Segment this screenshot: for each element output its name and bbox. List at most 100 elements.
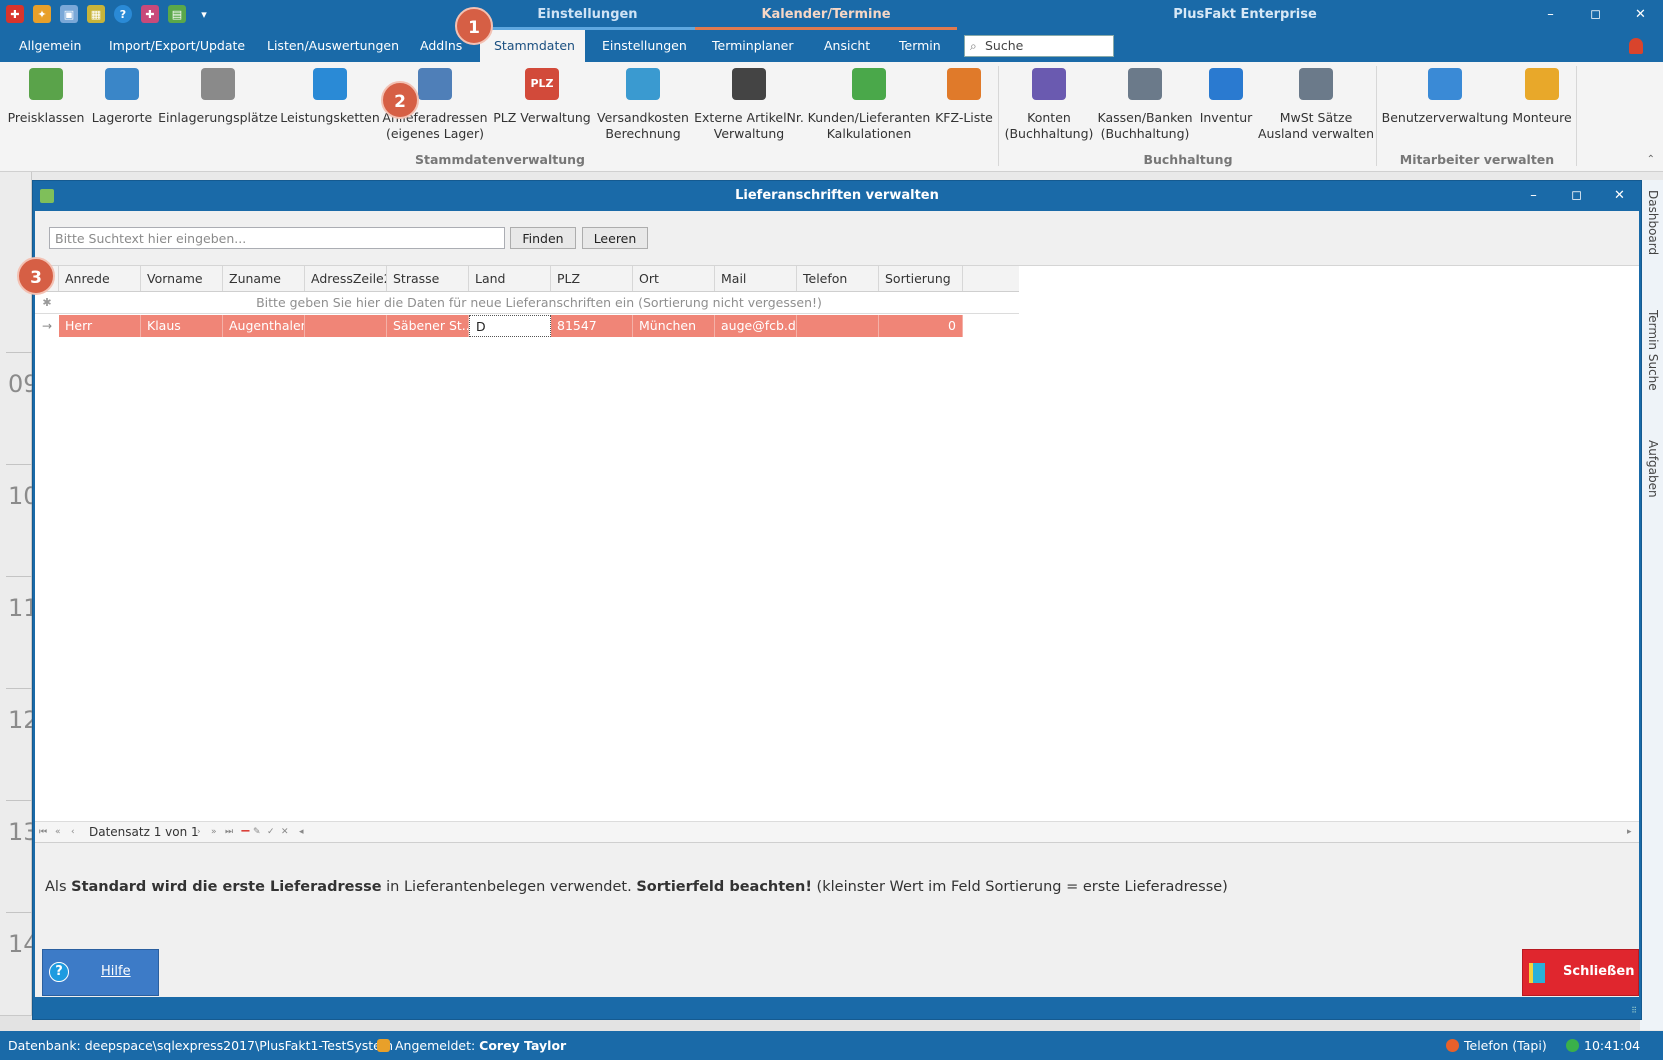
user-admin-icon: [1428, 68, 1462, 100]
find-button[interactable]: Finden: [510, 227, 576, 249]
plz-icon: PLZ: [525, 68, 559, 100]
column-header-land[interactable]: Land: [469, 266, 551, 291]
resize-grip-icon[interactable]: ⠿: [1631, 1006, 1637, 1015]
menu-terminplaner[interactable]: Terminplaner: [698, 30, 808, 62]
record-counter: Datensatz 1 von 1: [89, 825, 199, 839]
cell-zuname[interactable]: Augenthaler: [223, 315, 305, 337]
column-header-vorname[interactable]: Vorname: [141, 266, 223, 291]
context-tab-einstellungen[interactable]: Einstellungen: [480, 0, 695, 30]
bank-icon: [1032, 68, 1066, 100]
menu-import-export[interactable]: Import/Export/Update: [95, 30, 259, 62]
ribbon-button-label: MwSt Sätze: [1279, 110, 1353, 125]
info-bold-standard: Standard wird die erste Lieferadresse: [71, 879, 382, 895]
telephony-status[interactable]: Telefon (Tapi): [1446, 1031, 1547, 1060]
menu-stammdaten[interactable]: Stammdaten: [480, 30, 585, 62]
calendar-icon[interactable]: ▤: [168, 5, 186, 23]
image-icon[interactable]: ▣: [60, 5, 78, 23]
cell-ort[interactable]: München: [633, 315, 715, 337]
info-part: in Lieferantenbelegen verwendet.: [381, 879, 637, 895]
help-icon: ?: [49, 962, 69, 982]
medical-icon[interactable]: ✚: [141, 5, 159, 23]
column-header-ort[interactable]: Ort: [633, 266, 715, 291]
cell-mail[interactable]: auge@fcb.de: [715, 315, 797, 337]
nav-first-icon[interactable]: ⏮: [39, 822, 47, 842]
schliessen-button-label: Schließen: [1563, 964, 1635, 979]
column-header-adresszeile2[interactable]: AdressZeile2: [305, 266, 387, 291]
ribbon-button[interactable]: Monteure: [1472, 68, 1612, 126]
menu-termin[interactable]: Termin: [885, 30, 955, 62]
dialog-minimize-button[interactable]: –: [1512, 181, 1555, 211]
exit-door-icon: [1529, 963, 1545, 983]
barcode-icon: [732, 68, 766, 100]
dialog-maximize-button[interactable]: ◻: [1555, 181, 1598, 211]
column-header-telefon[interactable]: Telefon: [797, 266, 879, 291]
context-tab-kalender[interactable]: Kalender/Termine: [695, 0, 957, 30]
nav-edit-icon[interactable]: ✎: [253, 822, 261, 842]
user-icon: [377, 1039, 390, 1052]
cell-plz[interactable]: 81547: [551, 315, 633, 337]
qat-dropdown-icon[interactable]: ▾: [195, 5, 213, 23]
side-tab-termin-suche[interactable]: Termin Suche: [1644, 310, 1660, 391]
nav-confirm-icon[interactable]: ✓: [267, 822, 275, 842]
nav-prev-page-icon[interactable]: «: [55, 822, 61, 842]
cell-sortierung[interactable]: 0: [879, 315, 963, 337]
column-header-sortierung[interactable]: Sortierung: [879, 266, 963, 291]
shipping-cost-icon: [626, 68, 660, 100]
cell-adresszeile2[interactable]: [305, 315, 387, 337]
menu-listen[interactable]: Listen/Auswertungen: [253, 30, 413, 62]
ribbon-button-label: (Buchhaltung): [1100, 126, 1190, 141]
ribbon-collapse-icon[interactable]: ⌃: [1647, 154, 1655, 165]
column-header-anrede[interactable]: Anrede: [59, 266, 141, 291]
calculator-icon[interactable]: ▦: [87, 5, 105, 23]
database-info: Datenbank: deepspace\sqlexpress2017\Plus…: [8, 1038, 394, 1053]
chain-link-icon: [313, 68, 347, 100]
column-header-strasse[interactable]: Strasse: [387, 266, 469, 291]
column-header-zuname[interactable]: Zuname: [223, 266, 305, 291]
search-input[interactable]: [49, 227, 505, 249]
app-logo-icon[interactable]: ✚: [6, 5, 24, 23]
side-tab-dashboard[interactable]: Dashboard: [1644, 190, 1660, 255]
ribbon-button[interactable]: MwSt Sätze Ausland verwalten: [1246, 68, 1386, 142]
schliessen-button[interactable]: Schließen: [1522, 949, 1639, 996]
column-header-mail[interactable]: Mail: [715, 266, 797, 291]
ribbon-button[interactable]: Externe ArtikelNr. Verwaltung: [679, 68, 819, 142]
menu-search-input[interactable]: ⌕ Suche: [964, 35, 1114, 57]
cell-land-editing[interactable]: D: [469, 315, 551, 337]
puzzle-icon[interactable]: ✦: [33, 5, 51, 23]
cell-anrede[interactable]: Herr: [59, 315, 141, 337]
ribbon-button-label: Monteure: [1512, 110, 1572, 125]
clear-button[interactable]: Leeren: [582, 227, 648, 249]
notification-bell-icon[interactable]: [1629, 38, 1643, 54]
new-row[interactable]: ✱ Bitte geben Sie hier die Daten für neu…: [35, 292, 1019, 314]
nav-prev-icon[interactable]: ‹: [71, 822, 75, 842]
scroll-right-icon[interactable]: ▸: [1627, 822, 1632, 842]
nav-last-icon[interactable]: ⏭: [225, 822, 233, 842]
side-tab-aufgaben[interactable]: Aufgaben: [1644, 440, 1660, 498]
menu-ansicht[interactable]: Ansicht: [810, 30, 884, 62]
help-icon[interactable]: ?: [114, 5, 132, 23]
hour-divider: [6, 800, 32, 801]
cell-strasse[interactable]: Säbener St...: [387, 315, 469, 337]
cell-telefon[interactable]: [797, 315, 879, 337]
cell-vorname[interactable]: Klaus: [141, 315, 223, 337]
side-panel-tabs: Dashboard Termin Suche Aufgaben: [1640, 180, 1663, 1030]
hour-divider: [6, 464, 32, 465]
ribbon-button-label: Externe ArtikelNr.: [694, 110, 804, 125]
ribbon: Stammdatenverwaltung Buchhaltung Mitarbe…: [0, 62, 1663, 172]
dialog-close-button[interactable]: ✕: [1598, 181, 1641, 211]
logged-in-user: Corey Taylor: [479, 1038, 567, 1053]
help-button[interactable]: ? Hilfe: [42, 949, 159, 996]
nav-delete-icon[interactable]: −: [240, 822, 251, 842]
maximize-button[interactable]: ◻: [1573, 0, 1618, 30]
dialog-title: Lieferanschriften verwalten: [735, 188, 939, 203]
menu-einstellungen[interactable]: Einstellungen: [588, 30, 701, 62]
nav-next-icon[interactable]: ›: [197, 822, 201, 842]
menu-allgemein[interactable]: Allgemein: [5, 30, 95, 62]
nav-next-page-icon[interactable]: »: [211, 822, 217, 842]
column-header-plz[interactable]: PLZ: [551, 266, 633, 291]
close-window-button[interactable]: ✕: [1618, 0, 1663, 30]
scroll-left-icon[interactable]: ◂: [299, 822, 304, 842]
minimize-button[interactable]: –: [1528, 0, 1573, 30]
table-row[interactable]: → Herr Klaus Augenthaler Säbener St... D…: [35, 315, 1019, 337]
nav-cancel-icon[interactable]: ✕: [281, 822, 289, 842]
